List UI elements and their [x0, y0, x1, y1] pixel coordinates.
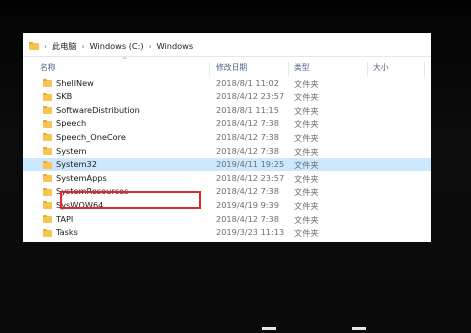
breadcrumb-this-pc[interactable]: 此电脑: [52, 40, 77, 52]
breadcrumb-drive-c[interactable]: Windows (C:): [90, 41, 144, 51]
column-header-name[interactable]: 名称: [40, 62, 56, 73]
file-row[interactable]: Speech_OneCore 2018/4/12 7:38 文件夹: [23, 130, 431, 144]
column-header-type[interactable]: 类型: [294, 62, 310, 73]
file-modified: 2018/8/1 11:15: [216, 104, 279, 115]
column-header-size[interactable]: 大小: [373, 62, 389, 73]
file-name: TAPI: [56, 213, 74, 224]
folder-icon: [43, 133, 52, 142]
file-modified: 2018/4/12 23:57: [216, 91, 285, 102]
file-name: SoftwareDistribution: [56, 104, 140, 115]
file-type: 文件夹: [294, 160, 319, 171]
file-type: 文件夹: [294, 105, 319, 116]
file-modified: 2019/4/19 9:39: [216, 199, 279, 210]
folder-icon: [43, 187, 52, 196]
column-divider[interactable]: [209, 62, 210, 76]
file-modified: 2018/8/1 11:02: [216, 77, 279, 88]
folder-icon: [29, 42, 39, 50]
file-row[interactable]: Tasks 2019/3/23 11:13 文件夹: [23, 226, 431, 240]
file-modified: 2018/4/12 7:38: [216, 131, 279, 142]
file-type: 文件夹: [294, 146, 319, 157]
folder-icon: [43, 147, 52, 155]
highlight-annotation-box: [60, 191, 201, 209]
file-type: 文件夹: [294, 214, 319, 225]
folder-icon: [43, 119, 52, 128]
folder-icon: [43, 79, 52, 87]
file-type: 文件夹: [294, 200, 319, 211]
chevron-right-icon[interactable]: ›: [149, 42, 152, 51]
decorative-mark: [262, 327, 276, 330]
file-name: Tasks: [56, 227, 78, 238]
file-row[interactable]: System 2018/4/12 7:38 文件夹: [23, 144, 431, 158]
file-explorer-window: › 此电脑 › Windows (C:) › Windows ^ 名称 修改日期…: [23, 33, 431, 242]
file-type: 文件夹: [294, 119, 319, 130]
address-divider: [23, 56, 431, 57]
file-row[interactable]: SKB 2018/4/12 23:57 文件夹: [23, 90, 431, 104]
file-name: System32: [56, 159, 97, 170]
file-name: ShellNew: [56, 77, 94, 88]
file-row-selected[interactable]: System32 2019/4/11 19:25 文件夹: [23, 157, 431, 172]
folder-icon: [43, 201, 52, 210]
file-name: Speech: [56, 118, 87, 129]
file-type: 文件夹: [294, 78, 319, 89]
column-header-modified[interactable]: 修改日期: [216, 62, 247, 73]
column-divider[interactable]: [367, 62, 368, 76]
file-row[interactable]: Speech 2018/4/12 7:38 文件夹: [23, 117, 431, 131]
file-name: SystemApps: [56, 172, 107, 183]
breadcrumb-windows[interactable]: Windows: [157, 41, 194, 51]
address-bar[interactable]: › 此电脑 › Windows (C:) › Windows: [23, 37, 431, 55]
file-row[interactable]: SoftwareDistribution 2018/8/1 11:15 文件夹: [23, 103, 431, 117]
file-row[interactable]: TAPI 2018/4/12 7:38 文件夹: [23, 212, 431, 226]
file-type: 文件夹: [294, 228, 319, 239]
folder-icon: [43, 92, 52, 101]
file-modified: 2018/4/12 7:38: [216, 145, 279, 156]
file-modified: 2018/4/12 7:38: [216, 186, 279, 197]
chevron-right-icon[interactable]: ›: [44, 42, 47, 51]
folder-icon: [43, 106, 52, 115]
file-name: System: [56, 145, 87, 156]
folder-icon: [43, 174, 52, 183]
file-modified: 2019/4/11 19:25: [216, 159, 285, 170]
file-name: Speech_OneCore: [56, 131, 126, 142]
chevron-right-icon[interactable]: ›: [82, 42, 85, 51]
file-modified: 2018/4/12 7:38: [216, 118, 279, 129]
file-row[interactable]: ShellNew 2018/8/1 11:02 文件夹: [23, 76, 431, 90]
file-type: 文件夹: [294, 173, 319, 184]
file-modified: 2018/4/12 23:57: [216, 172, 285, 183]
file-type: 文件夹: [294, 132, 319, 143]
column-headers: 名称 修改日期 类型 大小: [23, 62, 431, 76]
decorative-mark: [352, 327, 366, 330]
file-name: SKB: [56, 91, 73, 102]
file-modified: 2019/3/23 11:13: [216, 227, 285, 238]
file-row[interactable]: SystemApps 2018/4/12 23:57 文件夹: [23, 171, 431, 185]
folder-icon: [43, 215, 52, 223]
file-modified: 2018/4/12 7:38: [216, 213, 279, 224]
column-divider[interactable]: [424, 62, 425, 76]
folder-icon: [43, 228, 52, 237]
column-divider[interactable]: [288, 62, 289, 76]
file-type: 文件夹: [294, 92, 319, 103]
file-type: 文件夹: [294, 187, 319, 198]
folder-icon: [43, 160, 52, 169]
